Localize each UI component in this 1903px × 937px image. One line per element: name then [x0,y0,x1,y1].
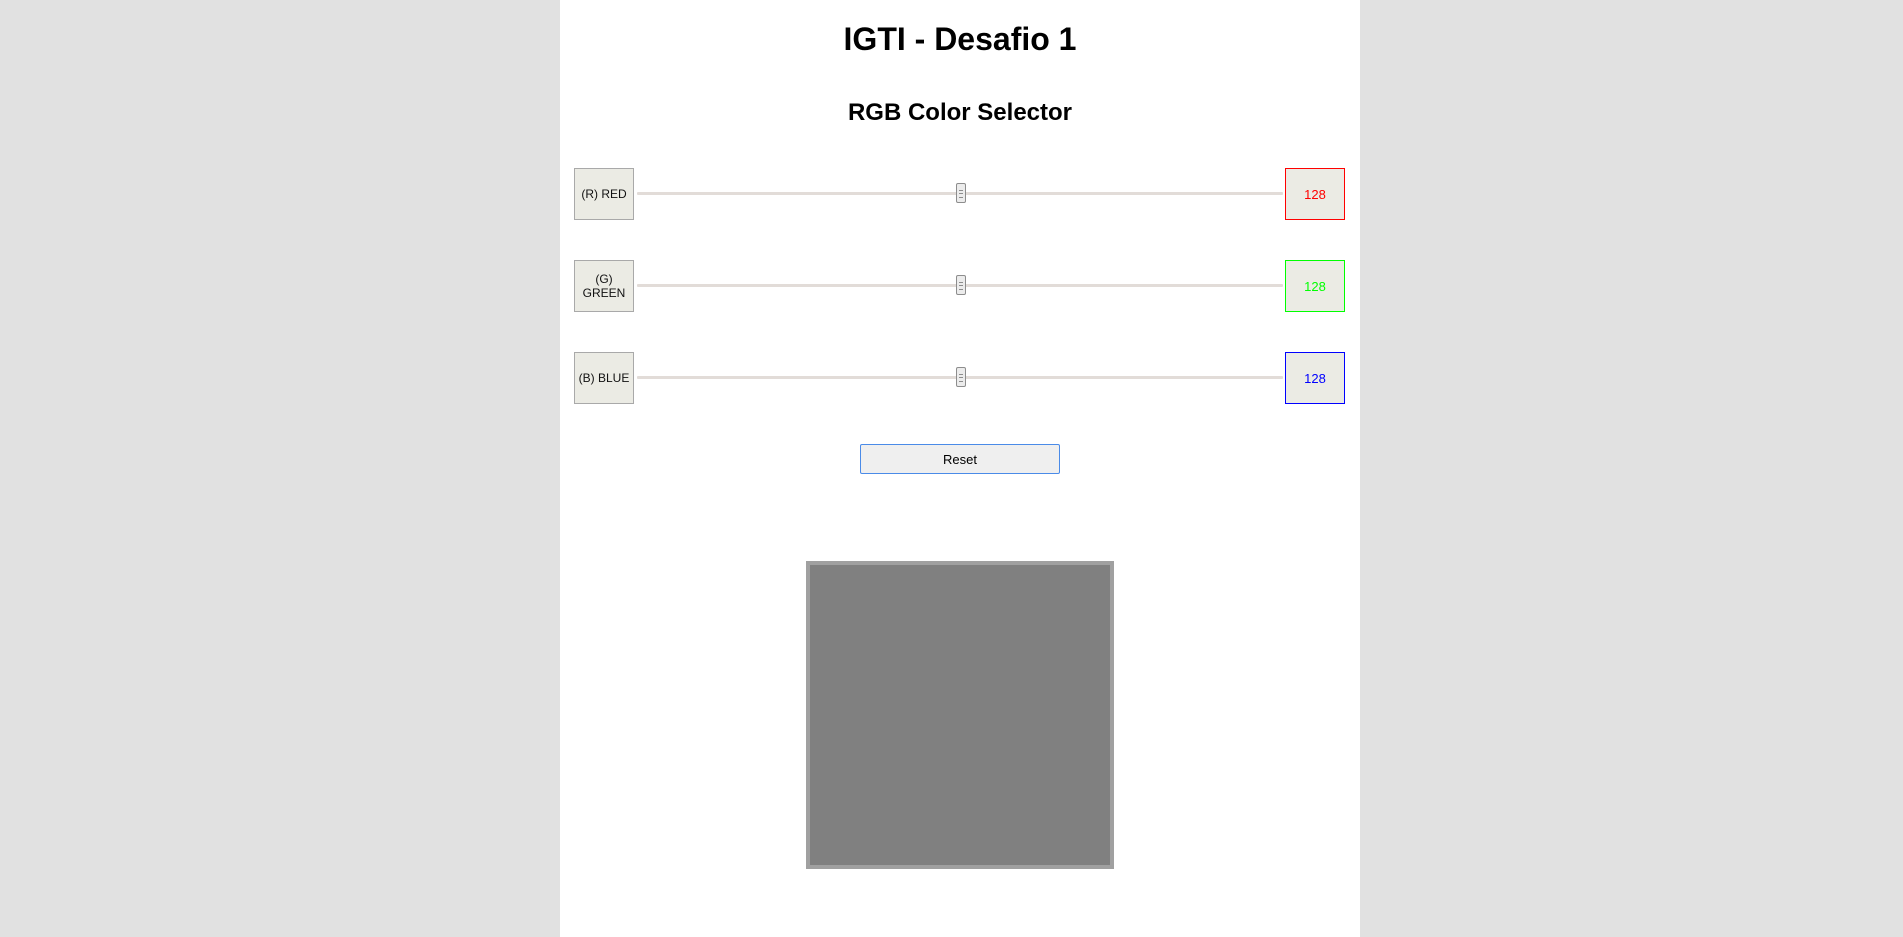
reset-button[interactable]: Reset [860,444,1060,474]
blue-label: (B) BLUE [574,352,634,404]
page-subtitle: RGB Color Selector [847,99,1073,126]
color-preview-swatch [806,561,1114,869]
red-value-display: 128 [1285,168,1345,220]
slider-row-blue: (B) BLUE 128 [574,352,1345,404]
blue-value-display: 128 [1285,352,1345,404]
green-value-display: 128 [1285,260,1345,312]
page-container: IGTI - Desafio 1 RGB Color Selector (R) … [560,0,1360,937]
red-slider-thumb[interactable] [956,183,967,203]
red-label: (R) RED [574,168,634,220]
green-label: (G) GREEN [574,260,634,312]
green-slider-thumb[interactable] [956,275,967,295]
blue-slider-thumb[interactable] [956,367,967,387]
slider-row-red: (R) RED 128 [574,168,1345,220]
page-title: IGTI - Desafio 1 [843,21,1077,57]
slider-row-green: (G) GREEN 128 [574,260,1345,312]
